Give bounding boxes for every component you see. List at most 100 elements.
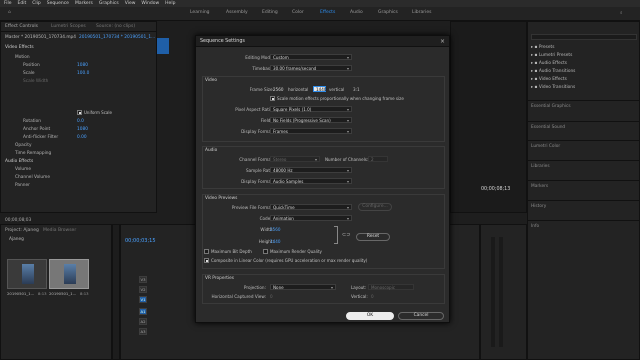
- cancel-button[interactable]: Cancel: [398, 312, 444, 320]
- height-value[interactable]: 1440: [270, 239, 280, 244]
- previews-section-title: Video Previews: [205, 196, 238, 201]
- fields-select[interactable]: No Fields (Progressive Scan) ▾: [270, 117, 352, 123]
- fx-volume[interactable]: Volume: [15, 167, 31, 174]
- uniform-scale-checkbox[interactable]: [77, 110, 82, 115]
- menu-sequence[interactable]: Sequence: [47, 1, 69, 6]
- tab-source[interactable]: Source: (no clips): [96, 24, 135, 29]
- layout-select[interactable]: Monoscopic: [368, 284, 414, 290]
- scale-value[interactable]: 100.0: [77, 71, 89, 76]
- project-clip-thumb-1[interactable]: [7, 259, 47, 289]
- linear-color-checkbox[interactable]: [204, 258, 209, 263]
- channel-format-value: Stereo: [273, 157, 287, 162]
- h-view-value[interactable]: 0: [270, 294, 273, 299]
- fx-opacity[interactable]: Opacity: [15, 143, 32, 150]
- menu-markers[interactable]: Markers: [75, 1, 93, 6]
- ok-button[interactable]: OK: [346, 312, 394, 320]
- preview-format-select[interactable]: QuickTime ▾: [270, 204, 352, 210]
- track-a2[interactable]: A2: [139, 318, 147, 325]
- frame-height-input[interactable]: 1440: [313, 86, 326, 92]
- master-clip-label[interactable]: Master * 20190501_170734.mp4: [5, 35, 76, 40]
- workspace-graphics[interactable]: Graphics: [378, 10, 398, 15]
- max-bit-depth-checkbox[interactable]: [204, 249, 209, 254]
- ec-clip-bar[interactable]: [157, 38, 169, 54]
- editing-mode-select[interactable]: Custom ▾: [270, 54, 352, 60]
- workspace-libraries[interactable]: Libraries: [412, 10, 431, 15]
- pixel-aspect-select[interactable]: Square Pixels (1.0) ▾: [270, 106, 352, 112]
- section-lumetri-color[interactable]: Lumetri Color: [527, 140, 640, 154]
- projection-select[interactable]: None ▾: [270, 284, 336, 290]
- close-icon[interactable]: ×: [440, 38, 445, 45]
- sample-rate-select[interactable]: 48000 Hz ▾: [270, 167, 352, 173]
- section-markers[interactable]: Markers: [527, 180, 640, 194]
- tab-media-browser[interactable]: Media Browser: [43, 228, 76, 233]
- effects-audio-transitions[interactable]: ▸ ▪ Audio Transitions: [531, 69, 575, 74]
- display-format-select[interactable]: Frames ▾: [270, 128, 352, 134]
- section-history[interactable]: History: [527, 200, 640, 214]
- menu-view[interactable]: View: [125, 1, 136, 6]
- project-clip-thumb-2[interactable]: [49, 259, 89, 289]
- track-v3[interactable]: V3: [139, 276, 147, 283]
- position-value[interactable]: 1080: [77, 63, 88, 68]
- workspace-editing[interactable]: Editing: [262, 10, 278, 15]
- workspace-assembly[interactable]: Assembly: [226, 10, 248, 15]
- timeline-timecode[interactable]: 00;00;03;15: [125, 238, 156, 244]
- track-a1[interactable]: A1: [139, 308, 147, 315]
- fx-panner[interactable]: Panner: [15, 183, 30, 190]
- effects-presets[interactable]: ▸ ▪ Presets: [531, 45, 554, 50]
- section-essential-graphics[interactable]: Essential Graphics: [527, 100, 640, 114]
- section-essential-sound[interactable]: Essential Sound: [527, 121, 640, 135]
- effects-search-input[interactable]: [531, 34, 637, 40]
- v-view-value[interactable]: 0: [371, 294, 374, 299]
- anti-flicker-value[interactable]: 0.00: [77, 135, 87, 140]
- search-icon[interactable]: ⌕: [620, 10, 623, 16]
- pixel-aspect-label: Pixel Aspect Ratio:: [235, 107, 274, 112]
- home-icon[interactable]: ⌂: [8, 10, 11, 15]
- channel-format-select[interactable]: Stereo ▾: [270, 156, 320, 162]
- project-panel: Project: Ajaneg Media Browser Ajaneg 201…: [0, 224, 112, 360]
- frame-size-label: Frame Size:: [249, 87, 274, 92]
- codec-select[interactable]: Animation ▾: [270, 215, 352, 221]
- configure-button[interactable]: Configure...: [358, 203, 392, 211]
- menu-window[interactable]: Window: [141, 1, 159, 6]
- workspace-learning[interactable]: Learning: [190, 10, 210, 15]
- menu-help[interactable]: Help: [165, 1, 175, 6]
- anchor-value[interactable]: 1080: [77, 127, 88, 132]
- folder-icon: ▸ ▪: [531, 53, 539, 58]
- frame-width-input[interactable]: 2560: [270, 86, 284, 92]
- workspace-audio[interactable]: Audio: [350, 10, 363, 15]
- effect-controls-panel: Effect Controls Lumetri Scopes Source: (…: [0, 21, 157, 223]
- menu-edit[interactable]: Edit: [18, 1, 27, 6]
- effects-lumetri-presets[interactable]: ▸ ▪ Lumetri Presets: [531, 53, 572, 58]
- rotation-value[interactable]: 0.0: [77, 119, 84, 124]
- tab-effect-controls[interactable]: Effect Controls: [5, 24, 38, 29]
- num-channels-select[interactable]: 2: [368, 156, 388, 162]
- effects-video-transitions[interactable]: ▸ ▪ Video Transitions: [531, 85, 575, 90]
- track-a3[interactable]: A3: [139, 328, 147, 335]
- timebase-select[interactable]: 30.00 frames/second ▾: [270, 65, 352, 71]
- track-v1[interactable]: V1: [139, 296, 147, 303]
- audio-display-select[interactable]: Audio Samples ▾: [270, 178, 352, 184]
- reset-button[interactable]: Reset: [356, 233, 390, 241]
- video-effects-label: Video Effects: [538, 77, 567, 82]
- effects-video-effects[interactable]: ▸ ▪ Video Effects: [531, 77, 567, 82]
- section-libraries[interactable]: Libraries: [527, 160, 640, 174]
- fx-channel-volume[interactable]: Channel Volume: [15, 175, 50, 182]
- menu-file[interactable]: File: [4, 1, 12, 6]
- section-info[interactable]: Info: [527, 220, 640, 234]
- menu-clip[interactable]: Clip: [32, 1, 41, 6]
- clip-label[interactable]: 20190501_170734 * 20190501_1...: [79, 35, 155, 40]
- tab-lumetri-scopes[interactable]: Lumetri Scopes: [51, 24, 86, 29]
- effects-audio-effects[interactable]: ▸ ▪ Audio Effects: [531, 61, 567, 66]
- tab-project[interactable]: Project: Ajaneg: [5, 228, 39, 233]
- codec-label: Codec:: [259, 216, 274, 221]
- max-render-quality-checkbox[interactable]: [263, 249, 268, 254]
- scale-effects-checkbox[interactable]: [270, 96, 275, 101]
- workspace-effects[interactable]: Effects: [320, 10, 335, 15]
- fx-time-remapping[interactable]: Time Remapping: [15, 151, 51, 158]
- track-v2[interactable]: V2: [139, 286, 147, 293]
- width-value[interactable]: 2560: [270, 227, 280, 232]
- link-icon[interactable]: ⊂⊃: [342, 232, 350, 238]
- fx-motion[interactable]: Motion: [15, 55, 30, 62]
- menu-graphics[interactable]: Graphics: [99, 1, 119, 6]
- workspace-color[interactable]: Color: [292, 10, 304, 15]
